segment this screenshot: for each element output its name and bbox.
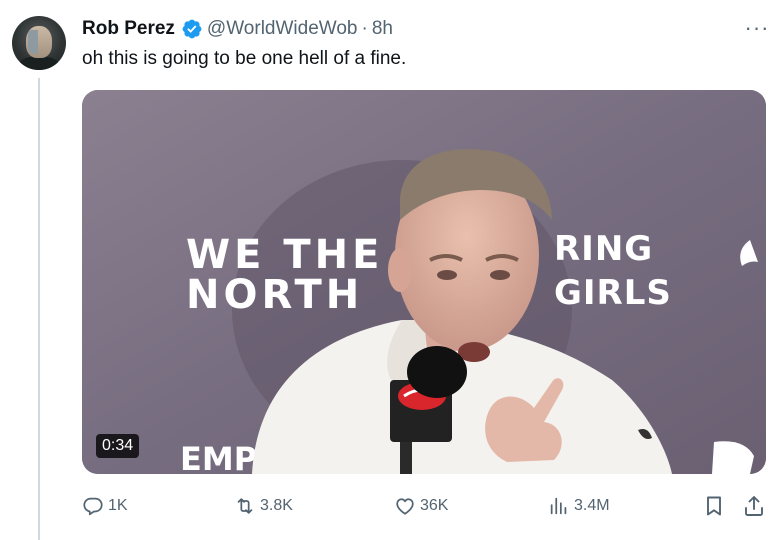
video-duration: 0:34 [96,434,140,458]
bookmark-button[interactable] [702,494,730,518]
verified-badge-icon[interactable] [181,18,203,40]
share-button[interactable] [742,494,770,518]
views-count: 3.4M [574,497,610,514]
like-button[interactable]: 36K [394,494,448,518]
video-player[interactable]: WE THE NORTH RING GIRLS EMPO 0:34 [82,90,766,474]
like-icon [396,498,414,515]
reply-button[interactable]: 1K [82,494,128,518]
tweet-text: oh this is going to be one hell of a fin… [82,48,407,69]
repost-icon [237,498,253,514]
reply-count: 1K [108,497,128,514]
timestamp[interactable]: 8h [372,18,393,40]
repost-button[interactable]: 3.8K [234,494,293,518]
separator-dot: · [361,18,368,39]
author-handle[interactable]: @WorldWideWob [207,18,358,40]
avatar[interactable] [12,16,66,70]
backdrop-text-4: GIRLS [554,273,672,313]
thread-line [38,78,40,540]
views-button[interactable]: 3.4M [548,494,610,518]
backdrop-text-3: RING [554,229,653,269]
reply-icon [83,497,103,516]
backdrop-text-2: NORTH [186,272,363,318]
action-bar: 1K 3.8K 36K 3.4M [82,494,772,518]
author-name[interactable]: Rob Perez [82,18,175,40]
views-icon [550,497,567,515]
avatar-robot-half [28,30,38,54]
avatar-shoulders [18,56,60,70]
tweet-header: Rob Perez @WorldWideWob · 8h [82,17,393,41]
like-count: 36K [420,497,449,514]
more-icon[interactable]: ··· [742,15,772,40]
video-frame: WE THE NORTH RING GIRLS EMPO [82,90,766,474]
bookmark-icon [707,496,721,516]
repost-count: 3.8K [260,497,293,514]
share-icon [745,496,763,516]
